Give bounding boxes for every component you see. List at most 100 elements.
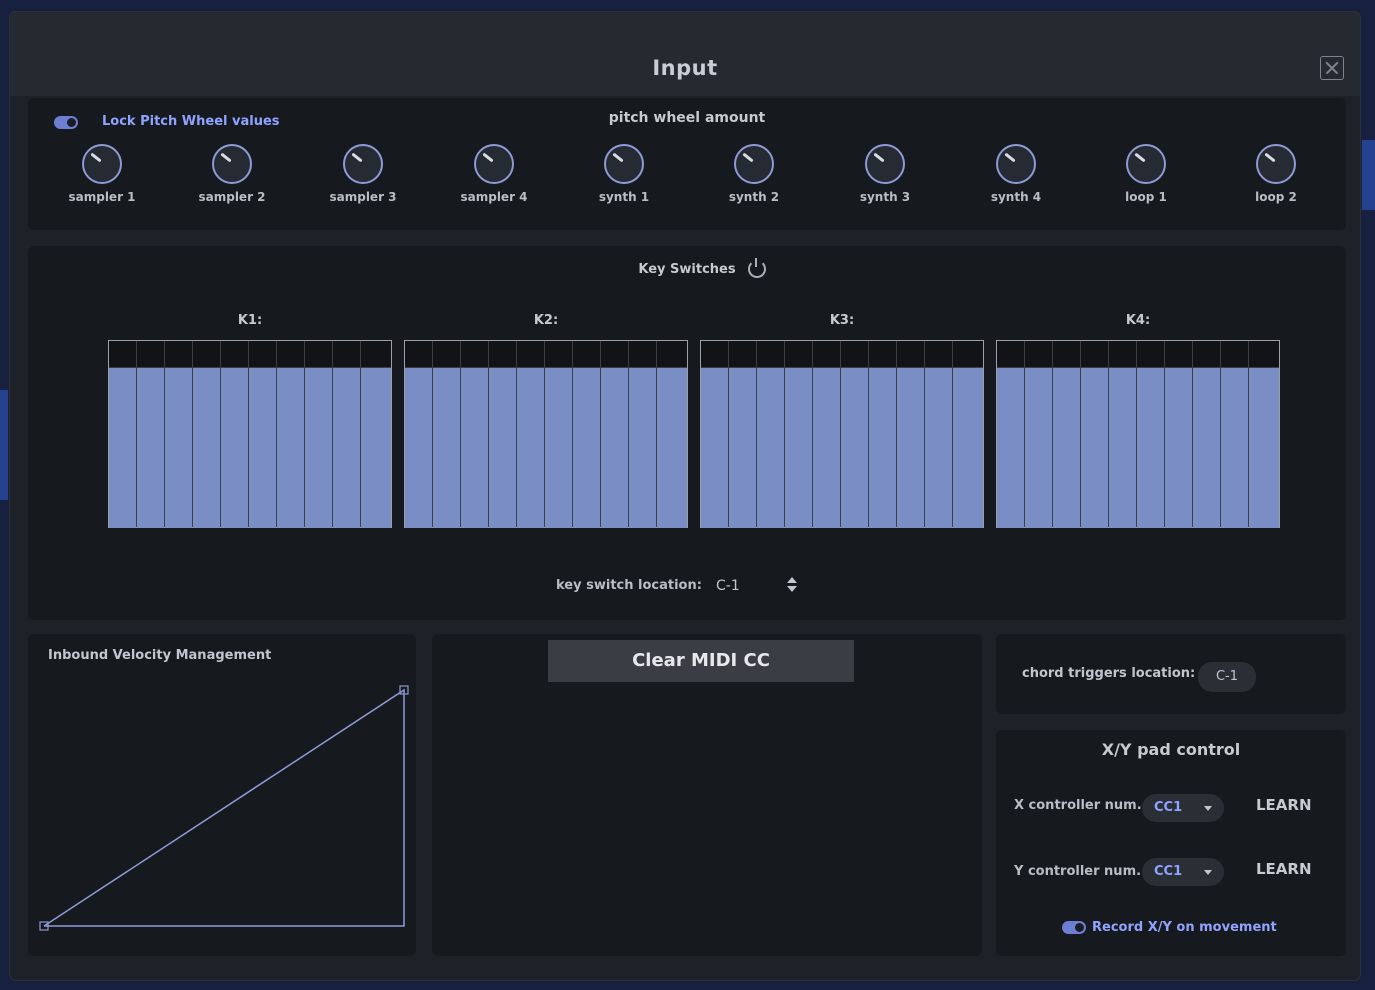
key-switch-slot[interactable] bbox=[997, 341, 1025, 528]
key-switch-slot[interactable] bbox=[869, 341, 897, 528]
y-learn-button[interactable]: LEARN bbox=[1256, 860, 1312, 878]
clear-midi-cc-button[interactable]: Clear MIDI CC bbox=[548, 640, 854, 682]
knob-loop-1: loop 1 bbox=[1101, 144, 1191, 204]
key-switch-slot[interactable] bbox=[729, 341, 757, 528]
key-switch-slot[interactable] bbox=[433, 341, 461, 528]
key-switch-fill bbox=[897, 368, 924, 528]
velocity-panel: Inbound Velocity Management bbox=[28, 634, 416, 956]
key-switch-header bbox=[701, 341, 728, 368]
key-switch-slot[interactable] bbox=[1165, 341, 1193, 528]
key-switch-header bbox=[545, 341, 572, 368]
knob-label: synth 2 bbox=[728, 190, 780, 204]
key-switch-slot[interactable] bbox=[601, 341, 629, 528]
close-icon[interactable] bbox=[1320, 56, 1344, 80]
key-switch-slot[interactable] bbox=[657, 341, 687, 528]
knob-dial[interactable] bbox=[604, 144, 644, 184]
key-switch-slot[interactable] bbox=[1109, 341, 1137, 528]
key-switch-slot[interactable] bbox=[757, 341, 785, 528]
knob-dial[interactable] bbox=[734, 144, 774, 184]
key-switch-slot[interactable] bbox=[841, 341, 869, 528]
knob-dial[interactable] bbox=[212, 144, 252, 184]
key-switch-slot[interactable] bbox=[545, 341, 573, 528]
knob-dial[interactable] bbox=[474, 144, 514, 184]
key-switch-slot[interactable] bbox=[1053, 341, 1081, 528]
key-switch-slot[interactable] bbox=[701, 341, 729, 528]
key-switch-header bbox=[1249, 341, 1279, 368]
key-switch-slot[interactable] bbox=[1137, 341, 1165, 528]
key-switch-header bbox=[1025, 341, 1052, 368]
knob-dial[interactable] bbox=[343, 144, 383, 184]
key-switch-header bbox=[869, 341, 896, 368]
key-switch-header bbox=[785, 341, 812, 368]
key-switch-header bbox=[1053, 341, 1080, 368]
key-switch-fill bbox=[433, 368, 460, 528]
chord-triggers-value[interactable]: C-1 bbox=[1198, 662, 1256, 692]
key-switch-slot[interactable] bbox=[405, 341, 433, 528]
key-switch-fill bbox=[841, 368, 868, 528]
x-learn-button[interactable]: LEARN bbox=[1256, 796, 1312, 814]
record-xy-toggle[interactable] bbox=[1062, 921, 1086, 934]
key-switch-slot[interactable] bbox=[333, 341, 361, 528]
key-switch-slot[interactable] bbox=[137, 341, 165, 528]
key-switch-header bbox=[361, 341, 391, 368]
key-switch-slot[interactable] bbox=[925, 341, 953, 528]
knob-dial[interactable] bbox=[1126, 144, 1166, 184]
key-switch-fill bbox=[221, 368, 248, 528]
knob-dial[interactable] bbox=[82, 144, 122, 184]
key-switch-header bbox=[841, 341, 868, 368]
key-switch-slot[interactable] bbox=[629, 341, 657, 528]
key-switch-slot[interactable] bbox=[489, 341, 517, 528]
dropdown-value: CC1 bbox=[1154, 864, 1183, 879]
key-switch-fill bbox=[1053, 368, 1080, 528]
key-switch-slot[interactable] bbox=[785, 341, 813, 528]
key-switch-header bbox=[405, 341, 432, 368]
x-controller-dropdown[interactable]: CC1 bbox=[1142, 794, 1224, 822]
key-switches-title: Key Switches bbox=[638, 262, 736, 277]
key-switch-header bbox=[1221, 341, 1248, 368]
key-switch-fill bbox=[277, 368, 304, 528]
key-switch-fill bbox=[1137, 368, 1164, 528]
key-switch-fill bbox=[729, 368, 756, 528]
key-group-k1: K1: bbox=[108, 313, 392, 528]
input-dialog: Input Lock Pitch Wheel values pitch whee… bbox=[10, 12, 1360, 980]
key-switch-slot[interactable] bbox=[573, 341, 601, 528]
knob-dial[interactable] bbox=[996, 144, 1036, 184]
power-icon[interactable] bbox=[748, 258, 766, 278]
key-switch-slot[interactable] bbox=[277, 341, 305, 528]
key-switch-fill bbox=[1025, 368, 1052, 528]
key-switch-header bbox=[461, 341, 488, 368]
up-down-spinner-icon[interactable] bbox=[786, 576, 798, 594]
velocity-curve[interactable] bbox=[28, 634, 416, 956]
key-switch-fill bbox=[405, 368, 432, 528]
key-switch-fill bbox=[165, 368, 192, 528]
key-switch-slot[interactable] bbox=[165, 341, 193, 528]
key-switch-slot[interactable] bbox=[813, 341, 841, 528]
key-switch-slot[interactable] bbox=[1193, 341, 1221, 528]
key-switch-fill bbox=[109, 368, 136, 528]
key-switch-slot[interactable] bbox=[953, 341, 983, 528]
key-switch-slot[interactable] bbox=[1249, 341, 1279, 528]
key-switch-location-value[interactable]: C-1 bbox=[716, 578, 740, 594]
key-switch-slot[interactable] bbox=[361, 341, 391, 528]
key-switch-slot[interactable] bbox=[249, 341, 277, 528]
key-group-label: K2: bbox=[533, 313, 559, 328]
key-switch-fill bbox=[997, 368, 1024, 528]
key-switch-slot[interactable] bbox=[109, 341, 137, 528]
key-switch-slot[interactable] bbox=[897, 341, 925, 528]
key-switch-slot[interactable] bbox=[221, 341, 249, 528]
key-switch-slot[interactable] bbox=[1081, 341, 1109, 528]
key-switch-fill bbox=[573, 368, 600, 528]
knob-dial[interactable] bbox=[865, 144, 905, 184]
key-switch-slot[interactable] bbox=[1221, 341, 1249, 528]
y-controller-dropdown[interactable]: CC1 bbox=[1142, 858, 1224, 886]
key-switch-slot[interactable] bbox=[517, 341, 545, 528]
key-switch-header bbox=[433, 341, 460, 368]
knob-sampler-1: sampler 1 bbox=[57, 144, 147, 204]
knob-dial[interactable] bbox=[1256, 144, 1296, 184]
key-switch-slot[interactable] bbox=[305, 341, 333, 528]
key-switches-panel: Key Switches K1: K2: K3: K4: key switch … bbox=[28, 246, 1346, 620]
key-switch-slot[interactable] bbox=[461, 341, 489, 528]
key-switch-slot[interactable] bbox=[193, 341, 221, 528]
chord-triggers-panel: chord triggers location: C-1 bbox=[996, 634, 1346, 714]
key-switch-slot[interactable] bbox=[1025, 341, 1053, 528]
